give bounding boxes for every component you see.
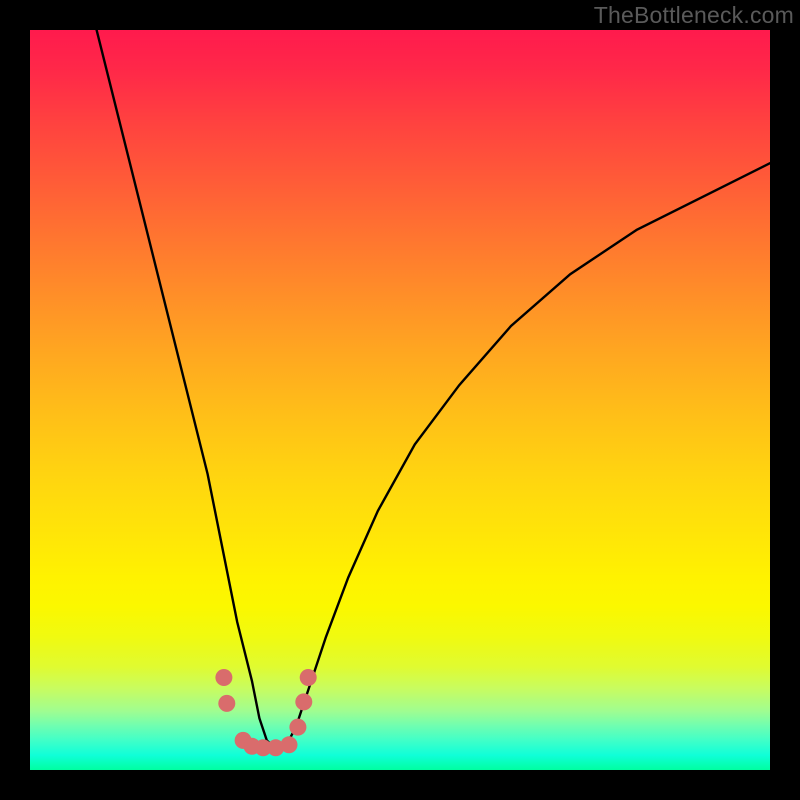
marker-dot xyxy=(289,719,306,736)
marker-dot xyxy=(300,669,317,686)
chart-frame: TheBottleneck.com xyxy=(0,0,800,800)
marker-dot xyxy=(295,693,312,710)
marker-dot xyxy=(281,736,298,753)
bottleneck-curve xyxy=(97,30,770,748)
marker-dot xyxy=(215,669,232,686)
curve-layer xyxy=(30,30,770,770)
plot-area xyxy=(30,30,770,770)
marker-dot xyxy=(218,695,235,712)
watermark-text: TheBottleneck.com xyxy=(594,2,794,29)
